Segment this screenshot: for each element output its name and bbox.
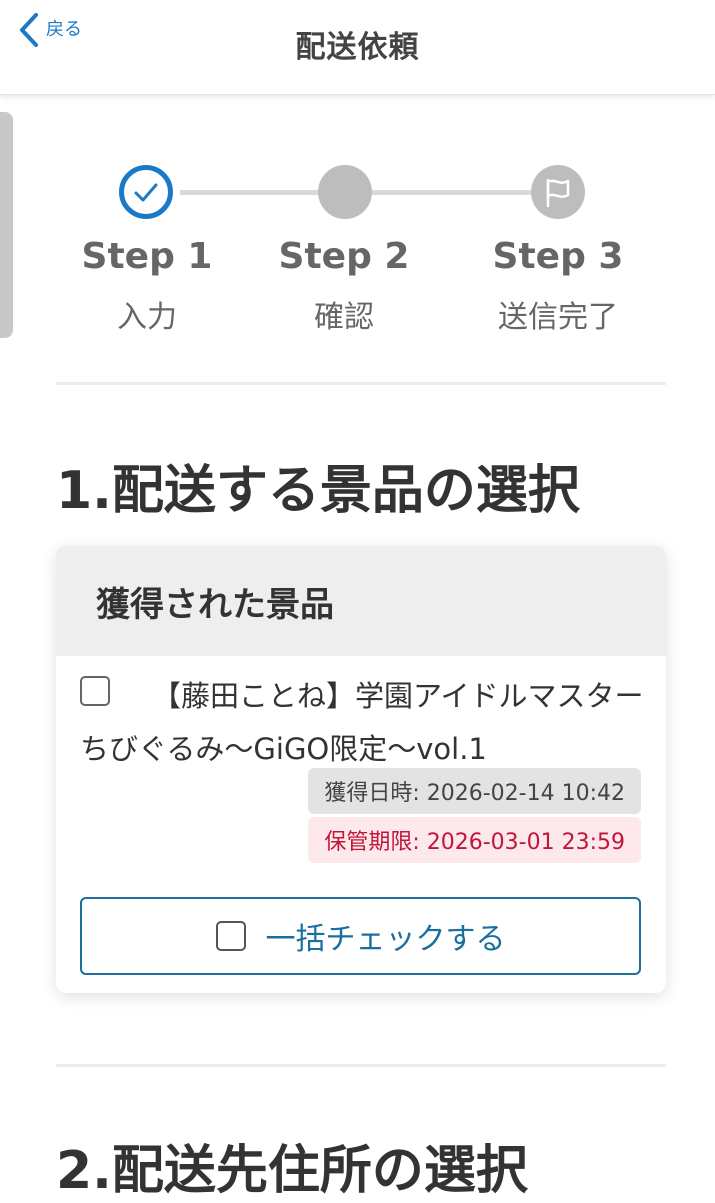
flag-icon [546, 178, 570, 208]
bulk-check-label: 一括チェックする [265, 922, 506, 957]
prize-card-header: 獲得された景品 [56, 546, 666, 656]
step-1-label: 入力 [117, 300, 177, 335]
step-2-indicator [318, 165, 372, 219]
prize-checkbox[interactable] [80, 676, 110, 706]
divider-middle [56, 1064, 666, 1067]
page-title: 配送依頼 [295, 30, 420, 65]
prize-name: 【藤田ことね】学園アイドルマスター ちびぐるみ～GiGO限定～vol.1 [80, 679, 644, 766]
step-connector-2-3 [372, 190, 534, 195]
step-3-indicator [531, 165, 585, 219]
bulk-check-button[interactable]: 一括チェックする [80, 897, 641, 975]
prize-card: 獲得された景品 【藤田ことね】学園アイドルマスター ちびぐるみ～GiGO限定～v… [56, 546, 666, 993]
section-1-heading: 1.配送する景品の選択 [56, 461, 580, 521]
step-2-title: Step 2 [278, 236, 410, 277]
divider-top [56, 382, 666, 385]
step-3-label: 送信完了 [498, 300, 618, 335]
step-2-label: 確認 [314, 300, 374, 335]
step-connector-1-2 [180, 190, 322, 195]
step-1-title: Step 1 [81, 236, 213, 277]
app-header: 戻る 配送依頼 [0, 0, 715, 95]
expiry-date-badge: 保管期限: 2026-03-01 23:59 [308, 817, 641, 863]
progress-stepper: Step 1 Step 2 Step 3 入力 確認 送信完了 [56, 150, 666, 340]
checkbox-icon [215, 921, 246, 951]
step-1-indicator [119, 165, 173, 219]
scroll-handle[interactable] [0, 112, 13, 338]
acquired-date-badge: 獲得日時: 2026-02-14 10:42 [308, 768, 641, 814]
check-icon [134, 183, 158, 202]
section-2-heading: 2.配送先住所の選択 [56, 1141, 528, 1201]
step-3-title: Step 3 [492, 236, 624, 277]
